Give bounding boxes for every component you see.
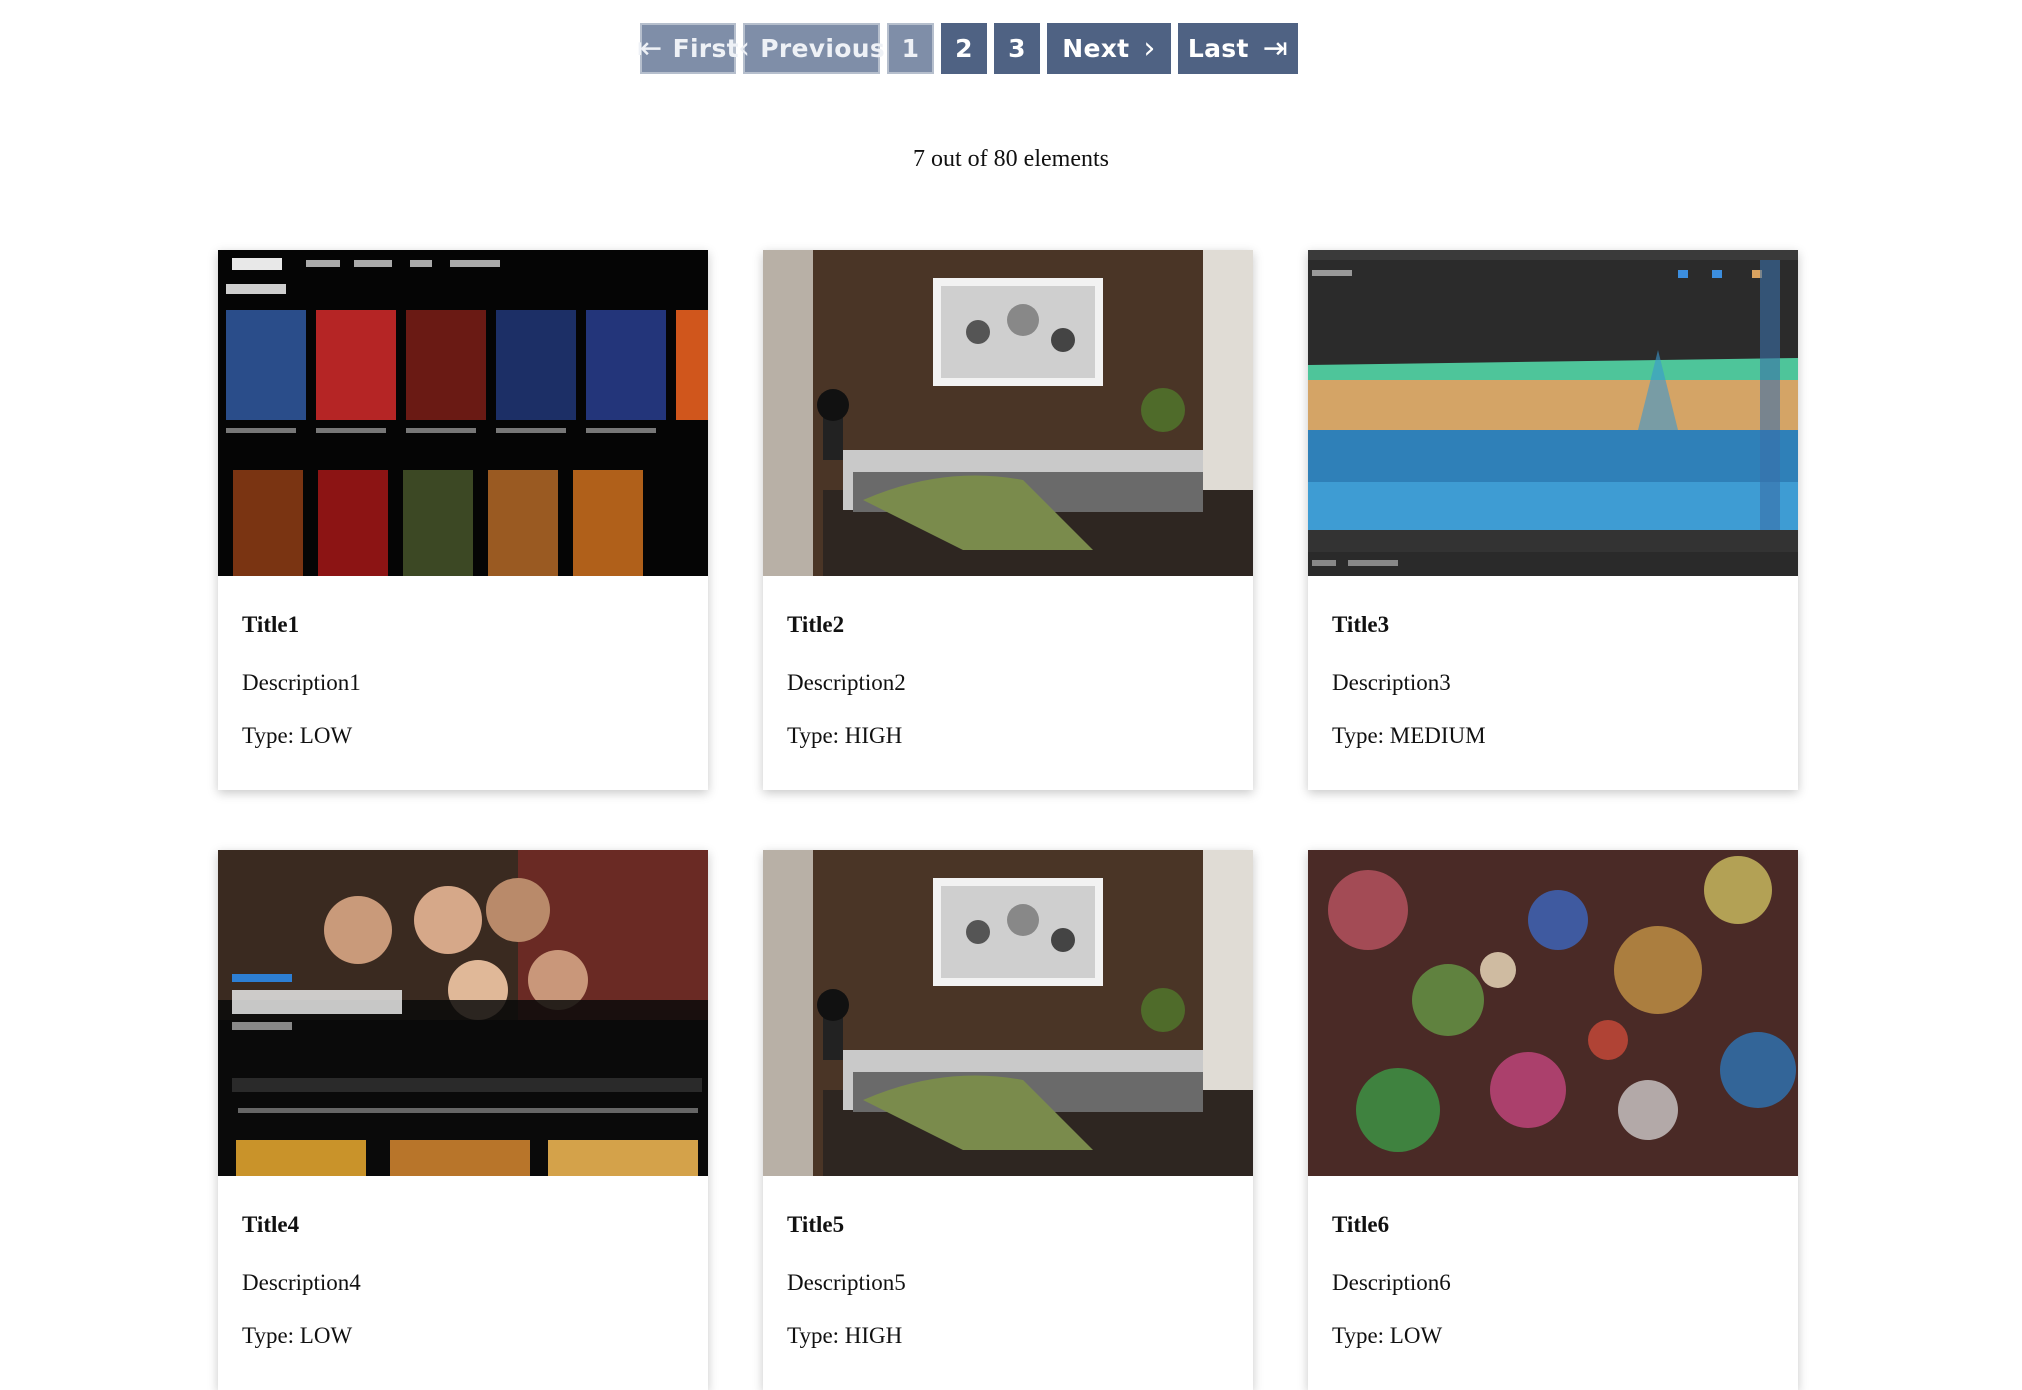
- results-count: 7 out of 80 elements: [913, 146, 1109, 172]
- card-image: [1308, 250, 1798, 576]
- page-3-button[interactable]: 3: [994, 23, 1040, 74]
- card-type: Type: HIGH: [787, 723, 903, 748]
- previous-page-label: Previous: [760, 34, 886, 63]
- card-image: [1308, 850, 1798, 1176]
- card-grid: Title1 Description1 Type: LOW Title2 Des…: [218, 250, 1798, 1390]
- next-page-button[interactable]: Next ›: [1047, 23, 1171, 74]
- next-page-label: Next: [1062, 34, 1130, 63]
- chevron-left-icon: ‹: [737, 30, 751, 66]
- first-page-icon: ⇤: [637, 30, 663, 66]
- card-type: Type: LOW: [242, 723, 353, 748]
- card-description: Description1: [242, 670, 361, 695]
- card[interactable]: Title5 Description5 Type: HIGH: [763, 850, 1253, 1390]
- card[interactable]: Title2 Description2 Type: HIGH: [763, 250, 1253, 790]
- card-description: Description5: [787, 1270, 906, 1295]
- page-1-button[interactable]: 1: [887, 23, 934, 74]
- card-body: Title4 Description4 Type: LOW: [218, 1176, 708, 1349]
- card-image: [218, 250, 708, 576]
- last-page-label: Last: [1187, 34, 1249, 63]
- card-title: Title4: [242, 1212, 300, 1237]
- chevron-right-icon: ›: [1143, 30, 1156, 66]
- card-body: Title2 Description2 Type: HIGH: [763, 576, 1253, 749]
- card-title: Title6: [1332, 1212, 1390, 1237]
- card-body: Title3 Description3 Type: MEDIUM: [1308, 576, 1798, 749]
- pagination: ⇤ First ‹ Previous 1 2 3 Next › Last ⇥: [637, 23, 1298, 74]
- card-title: Title5: [787, 1212, 845, 1237]
- card-title: Title3: [1332, 612, 1390, 637]
- card-description: Description6: [1332, 1270, 1451, 1295]
- last-page-button[interactable]: Last ⇥: [1178, 23, 1298, 74]
- first-page-button[interactable]: ⇤ First: [637, 23, 739, 74]
- card[interactable]: Title3 Description3 Type: MEDIUM: [1308, 250, 1798, 790]
- last-page-icon: ⇥: [1262, 30, 1289, 66]
- card-description: Description3: [1332, 670, 1451, 695]
- card-title: Title1: [242, 612, 300, 637]
- card-image: [763, 250, 1253, 576]
- previous-page-button[interactable]: ‹ Previous: [738, 23, 885, 74]
- card-type: Type: MEDIUM: [1332, 723, 1486, 748]
- card-image: [763, 850, 1253, 1176]
- card[interactable]: Title1 Description1 Type: LOW: [218, 250, 708, 790]
- card-body: Title5 Description5 Type: HIGH: [763, 1176, 1253, 1349]
- card[interactable]: Title6 Description6 Type: LOW: [1308, 850, 1798, 1390]
- card-type: Type: LOW: [1332, 1323, 1443, 1348]
- card-type: Type: HIGH: [787, 1323, 903, 1348]
- card-title: Title2: [787, 612, 845, 637]
- card-description: Description2: [787, 670, 906, 695]
- card-description: Description4: [242, 1270, 361, 1295]
- card-body: Title6 Description6 Type: LOW: [1308, 1176, 1798, 1349]
- card-image: [218, 850, 708, 1176]
- card-type: Type: LOW: [242, 1323, 353, 1348]
- card-body: Title1 Description1 Type: LOW: [218, 576, 708, 749]
- page-2-button[interactable]: 2: [941, 23, 987, 74]
- first-page-label: First: [672, 34, 739, 63]
- card[interactable]: Title4 Description4 Type: LOW: [218, 850, 708, 1390]
